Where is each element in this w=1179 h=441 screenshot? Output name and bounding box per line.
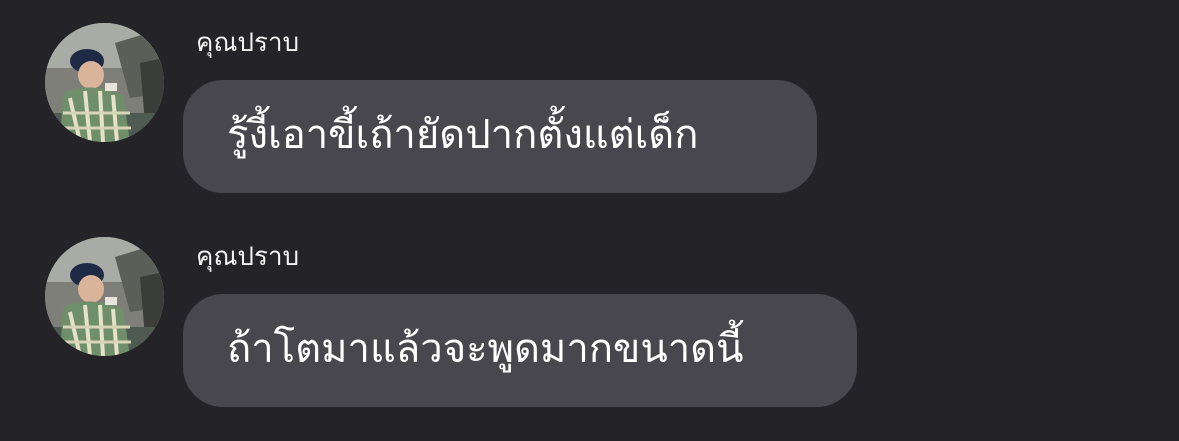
- sender-avatar[interactable]: [45, 23, 164, 142]
- sender-name: คุณปราบ: [196, 28, 300, 58]
- message-text: รู้งี้เอาขี้เถ้ายัดปากตั้งแต่เด็ก: [227, 111, 699, 158]
- chat-thread: คุณปราบ รู้งี้เอาขี้เถ้ายัดปากตั้งแต่เด็…: [0, 0, 1179, 441]
- message-text: ถ้าโตมาแล้วจะพูดมากขนาดนี้: [227, 325, 744, 372]
- sender-avatar[interactable]: [45, 237, 164, 356]
- sender-name: คุณปราบ: [196, 242, 300, 272]
- avatar-photo-icon: [45, 237, 164, 356]
- message-bubble[interactable]: ถ้าโตมาแล้วจะพูดมากขนาดนี้: [183, 294, 857, 407]
- message-bubble[interactable]: รู้งี้เอาขี้เถ้ายัดปากตั้งแต่เด็ก: [183, 80, 817, 193]
- avatar-photo-icon: [45, 23, 164, 142]
